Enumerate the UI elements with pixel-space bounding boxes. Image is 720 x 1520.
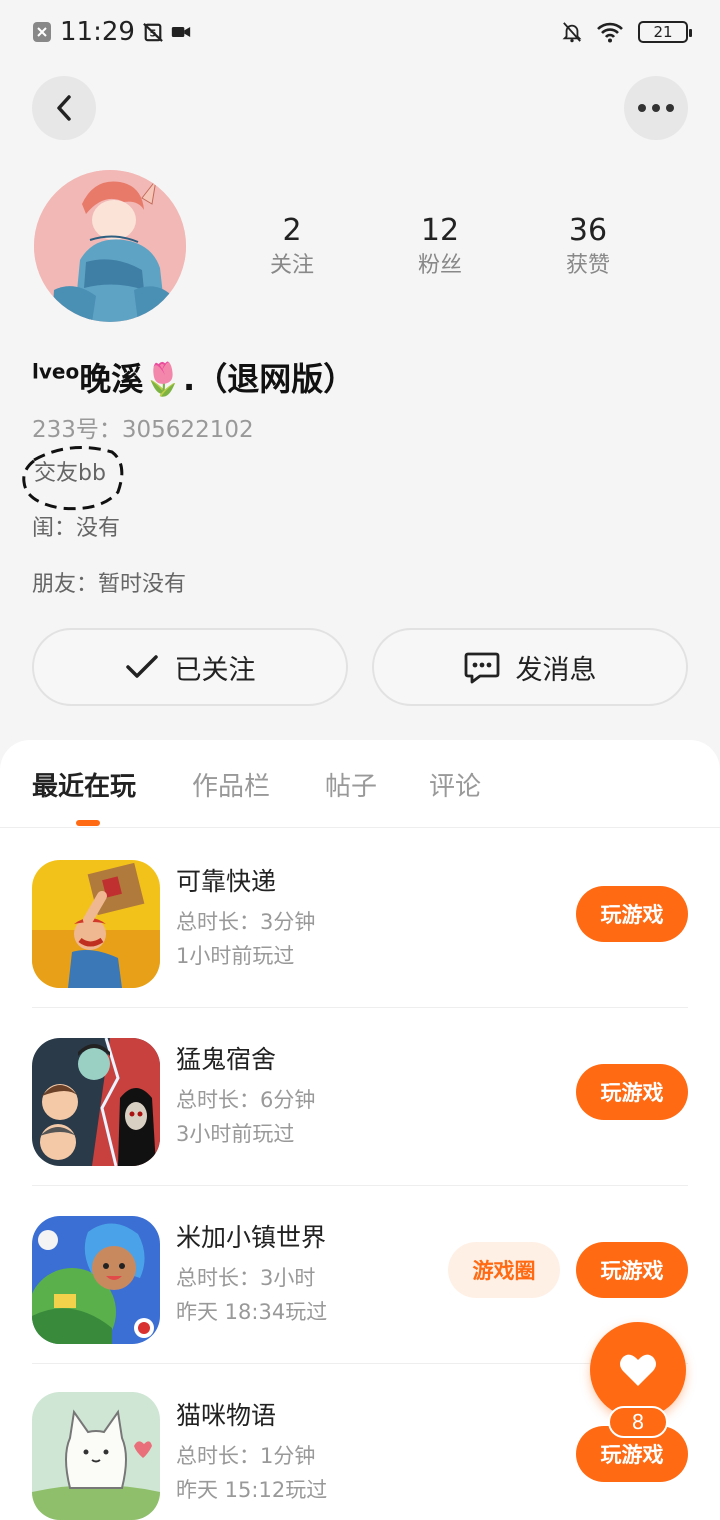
more-button[interactable] bbox=[624, 76, 688, 140]
tab-comments[interactable]: 评论 bbox=[429, 766, 481, 803]
followed-button[interactable]: 已关注 bbox=[32, 628, 348, 706]
chevron-left-icon bbox=[57, 95, 71, 121]
reliable-delivery-icon[interactable] bbox=[32, 860, 160, 988]
tab-works[interactable]: 作品栏 bbox=[192, 766, 270, 803]
game-list-item[interactable]: 猫咪物语 总时长：1分钟 昨天 15:12玩过 玩游戏 bbox=[32, 1364, 688, 1520]
stat-label: 粉丝 bbox=[417, 253, 462, 278]
game-title: 可靠快递 bbox=[176, 867, 277, 896]
miga-town-icon[interactable] bbox=[32, 1216, 160, 1344]
bio-line: 朋友：暂时没有 bbox=[32, 572, 187, 597]
battery-icon: 21 bbox=[638, 21, 692, 43]
game-duration: 总时长：3小时 bbox=[176, 1266, 316, 1290]
tab-recently-played[interactable]: 最近在玩 bbox=[32, 766, 136, 803]
floating-like-button[interactable] bbox=[590, 1322, 686, 1418]
game-duration: 总时长：1分钟 bbox=[176, 1444, 316, 1468]
status-bar: 11:29 5 21 bbox=[0, 0, 720, 64]
wifi-icon bbox=[597, 22, 623, 43]
game-circle-button[interactable]: 游戏圈 bbox=[448, 1242, 560, 1298]
stat-label: 关注 bbox=[269, 253, 314, 278]
username-text: 晚溪🌷.（退网版） bbox=[79, 360, 356, 398]
no-sim-icon: 5 bbox=[143, 23, 163, 42]
bio-line: 交友bb bbox=[34, 461, 106, 486]
game-title: 米加小镇世界 bbox=[176, 1223, 327, 1252]
stat-value: 12 bbox=[420, 213, 460, 248]
chat-bubble-icon bbox=[464, 652, 499, 684]
stat-value: 2 bbox=[282, 213, 302, 248]
username-prefix: lveo bbox=[32, 359, 80, 384]
play-game-button[interactable]: 玩游戏 bbox=[576, 1064, 688, 1120]
game-last-played: 昨天 15:12玩过 bbox=[176, 1478, 328, 1502]
like-count-badge: 8 bbox=[608, 1406, 668, 1438]
checkmark-icon bbox=[125, 655, 158, 678]
game-last-played: 1小时前玩过 bbox=[176, 944, 295, 968]
followed-label: 已关注 bbox=[174, 654, 256, 686]
profile-stats: 2 关注 12 粉丝 36 获赞 bbox=[218, 212, 662, 282]
game-last-played: 3小时前玩过 bbox=[176, 1122, 295, 1146]
game-list-item[interactable]: 猛鬼宿舍 总时长：6分钟 3小时前玩过 玩游戏 bbox=[32, 1008, 688, 1186]
user-id: 233号：305622102 bbox=[32, 417, 254, 443]
game-duration: 总时长：3分钟 bbox=[176, 910, 316, 934]
following-stat[interactable]: 2 关注 bbox=[218, 212, 366, 282]
tab-posts[interactable]: 帖子 bbox=[325, 766, 377, 803]
more-dots-icon bbox=[638, 104, 674, 112]
mute-bell-icon bbox=[562, 22, 582, 43]
tab-bar: 最近在玩 作品栏 帖子 评论 bbox=[0, 740, 720, 828]
video-record-icon bbox=[171, 27, 191, 37]
notification-icon bbox=[33, 22, 51, 42]
game-title: 猫咪物语 bbox=[176, 1401, 277, 1430]
status-time: 11:29 bbox=[60, 17, 135, 47]
game-list-item[interactable]: 可靠快递 总时长：3分钟 1小时前玩过 玩游戏 bbox=[32, 830, 688, 1008]
game-duration: 总时长：6分钟 bbox=[176, 1088, 316, 1112]
stat-value: 36 bbox=[568, 213, 608, 248]
play-game-button[interactable]: 玩游戏 bbox=[576, 886, 688, 942]
send-message-label: 发消息 bbox=[515, 654, 597, 686]
battery-level: 21 bbox=[653, 23, 673, 41]
avatar[interactable] bbox=[34, 170, 186, 322]
game-title: 猛鬼宿舍 bbox=[176, 1045, 277, 1074]
game-last-played: 昨天 18:34玩过 bbox=[176, 1300, 328, 1324]
game-list-item[interactable]: 米加小镇世界 总时长：3小时 昨天 18:34玩过 游戏圈 玩游戏 bbox=[32, 1186, 688, 1364]
stat-label: 获赞 bbox=[565, 253, 610, 278]
likes-stat[interactable]: 36 获赞 bbox=[514, 212, 662, 282]
bio-line: 闺：没有 bbox=[32, 516, 121, 541]
play-game-button[interactable]: 玩游戏 bbox=[576, 1242, 688, 1298]
send-message-button[interactable]: 发消息 bbox=[372, 628, 688, 706]
avatar-image bbox=[34, 170, 186, 322]
ghost-dorm-icon[interactable] bbox=[32, 1038, 160, 1166]
username: lveo晚溪🌷.（退网版） bbox=[32, 354, 355, 400]
back-button[interactable] bbox=[32, 76, 96, 140]
active-tab-indicator bbox=[76, 820, 100, 826]
followers-stat[interactable]: 12 粉丝 bbox=[366, 212, 514, 282]
heart-icon bbox=[620, 1354, 656, 1386]
cat-story-icon[interactable] bbox=[32, 1392, 160, 1520]
